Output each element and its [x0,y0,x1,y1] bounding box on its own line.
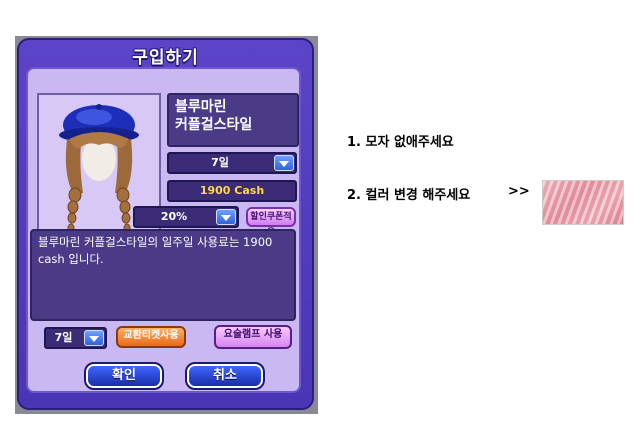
note-change-color: 2. 컬러 변경 해주세요 [347,188,471,203]
discount-value: 20% [160,210,188,223]
item-name-line1: 블루마린 [175,99,227,115]
chevron-down-icon[interactable] [274,155,294,171]
arrow-text: >> [508,184,530,199]
coupon-button[interactable]: 할인쿠폰적용 [246,207,296,238]
bottom-period-dropdown[interactable]: 7일 [44,327,107,349]
period-value: 7일 [211,156,229,169]
confirm-button[interactable]: 확인 [84,362,164,390]
dialog-title: 구입하기 [132,48,199,68]
price-display: 1900 Cash [167,180,297,202]
chevron-down-icon[interactable] [84,330,104,346]
exchange-ticket-button[interactable]: 교환티켓사용 [116,326,186,348]
cancel-button[interactable]: 취소 [185,362,265,390]
bottom-period-value: 7일 [54,331,73,344]
chevron-down-icon[interactable] [216,209,236,225]
magic-lamp-button[interactable]: 요술램프 사용 [214,325,292,349]
note-remove-hat: 1. 모자 없애주세요 [347,135,454,150]
item-name-line2: 커플걸스타일 [175,117,253,133]
discount-dropdown[interactable]: 20% [133,206,239,228]
item-description: 블루마린 커플걸스타일의 일주일 사용료는 1900 cash 입니다. [30,229,296,321]
item-name: 블루마린 커플걸스타일 [167,93,299,147]
hair-color-swatch [542,180,624,225]
period-dropdown[interactable]: 7일 [167,152,297,174]
